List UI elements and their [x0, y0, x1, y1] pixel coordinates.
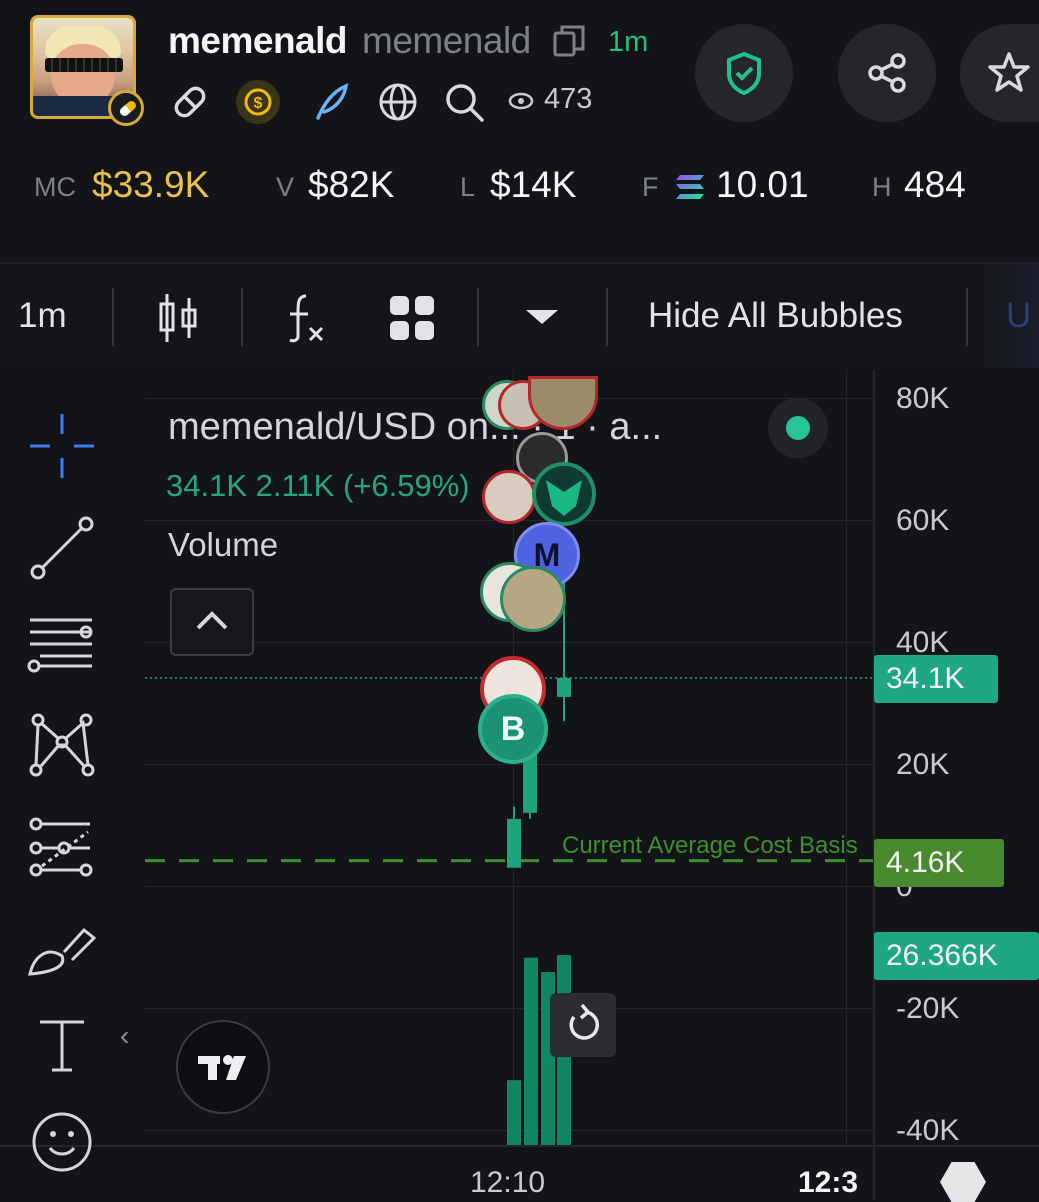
stat-mc-value: $33.9K — [92, 164, 210, 205]
solana-icon — [676, 175, 704, 199]
brush-icon[interactable] — [24, 912, 100, 988]
emoji-icon[interactable] — [24, 1104, 100, 1180]
share-icon — [868, 53, 906, 93]
stat-l-value: $14K — [490, 164, 577, 205]
toolbar-separator — [606, 288, 608, 346]
currency-toggle-partial[interactable]: U — [1006, 296, 1031, 336]
candle-body — [507, 818, 521, 868]
pill-badge-icon — [108, 90, 144, 126]
stat-v-value: $82K — [308, 164, 395, 205]
trade-bubble[interactable] — [500, 566, 566, 632]
volume-bar — [524, 957, 538, 1145]
dollar-coin-icon[interactable]: $ — [236, 80, 280, 124]
favorite-button[interactable] — [960, 24, 1039, 122]
stat-h-key: H — [872, 172, 892, 202]
candle-body — [557, 677, 571, 697]
toolbar-separator — [112, 288, 114, 346]
stat-v-key: V — [276, 172, 295, 202]
volume-tag: 26.366K — [874, 932, 1039, 980]
token-name: memenald — [168, 20, 348, 61]
last-price-tag: 34.1K — [874, 655, 998, 703]
legend-values: 34.1K 2.11K (+6.59%) — [166, 468, 470, 503]
time-axis-line — [0, 1145, 1039, 1147]
star-icon — [988, 52, 1030, 92]
y-tick-label: -20K — [896, 992, 960, 1025]
toolbar-separator — [241, 288, 243, 346]
stat-f-value: 10.01 — [716, 164, 809, 205]
feather-icon[interactable] — [310, 80, 354, 124]
stat-h-value: 484 — [904, 164, 966, 205]
y-tick-label: -40K — [896, 1114, 960, 1147]
tradingview-icon — [198, 1055, 246, 1080]
bubble-b[interactable]: B — [478, 694, 548, 764]
refresh-icon — [569, 1003, 599, 1040]
volume-bar — [507, 1080, 521, 1145]
link-icon[interactable] — [168, 80, 212, 124]
toolbar-separator — [966, 288, 968, 346]
eye-icon — [508, 92, 534, 110]
layout-grid-icon[interactable] — [389, 295, 435, 341]
reset-chart-button[interactable] — [550, 993, 616, 1057]
stat-mc-key: MC — [34, 172, 76, 202]
shield-check-icon — [727, 51, 761, 96]
x-tick-label: 12:10 — [470, 1166, 546, 1199]
share-button[interactable] — [838, 24, 936, 122]
candlestick-icon[interactable] — [156, 292, 200, 344]
trade-bubble[interactable] — [482, 470, 536, 524]
hide-bubbles-button[interactable]: Hide All Bubbles — [648, 296, 903, 336]
hexagon-icon[interactable] — [940, 1162, 986, 1202]
tradingview-logo[interactable] — [176, 1020, 270, 1114]
stat-l-key: L — [460, 172, 476, 202]
chevron-up-icon — [196, 611, 228, 630]
y-tick-label: 60K — [896, 504, 950, 537]
toolbar-separator — [477, 288, 479, 346]
eagle-avatar-bubble[interactable] — [532, 462, 596, 526]
security-button[interactable] — [695, 24, 793, 122]
market-status-indicator — [768, 398, 828, 458]
cost-basis-label: Current Average Cost Basis — [562, 832, 858, 859]
cost-basis-tag: 4.16K — [874, 839, 1004, 887]
globe-icon[interactable] — [376, 80, 420, 124]
svg-text:$: $ — [254, 95, 263, 112]
legend-collapse-button[interactable] — [170, 588, 254, 656]
token-age: 1m — [608, 26, 649, 58]
pattern-icon[interactable] — [24, 708, 100, 784]
indicators-icon[interactable] — [284, 292, 328, 344]
collapse-tools-button[interactable]: ‹ — [120, 1020, 129, 1052]
projection-icon[interactable] — [24, 810, 100, 886]
copy-icon[interactable] — [552, 24, 586, 58]
search-icon[interactable] — [442, 80, 486, 124]
text-icon[interactable] — [24, 1008, 100, 1084]
status-dot-icon — [786, 416, 810, 440]
volume-label: Volume — [168, 526, 279, 563]
x-tick-label: 12:3 — [798, 1166, 859, 1199]
stat-f-key: F — [642, 172, 659, 202]
y-tick-label: 80K — [896, 382, 950, 415]
token-ticker: memenald — [362, 20, 531, 61]
chevron-down-icon[interactable] — [524, 306, 560, 328]
view-count: 473 — [544, 83, 593, 115]
price-chart[interactable]: 80K 60K 40K 20K 0 -20K -40K 12:10 12:3 m… — [0, 370, 1039, 1202]
trendline-icon[interactable] — [24, 510, 100, 586]
fib-retracement-icon[interactable] — [24, 602, 100, 678]
eagle-icon — [546, 480, 582, 516]
crosshair-icon[interactable] — [24, 408, 100, 484]
interval-button[interactable]: 1m — [18, 296, 67, 336]
y-tick-label: 20K — [896, 748, 950, 781]
